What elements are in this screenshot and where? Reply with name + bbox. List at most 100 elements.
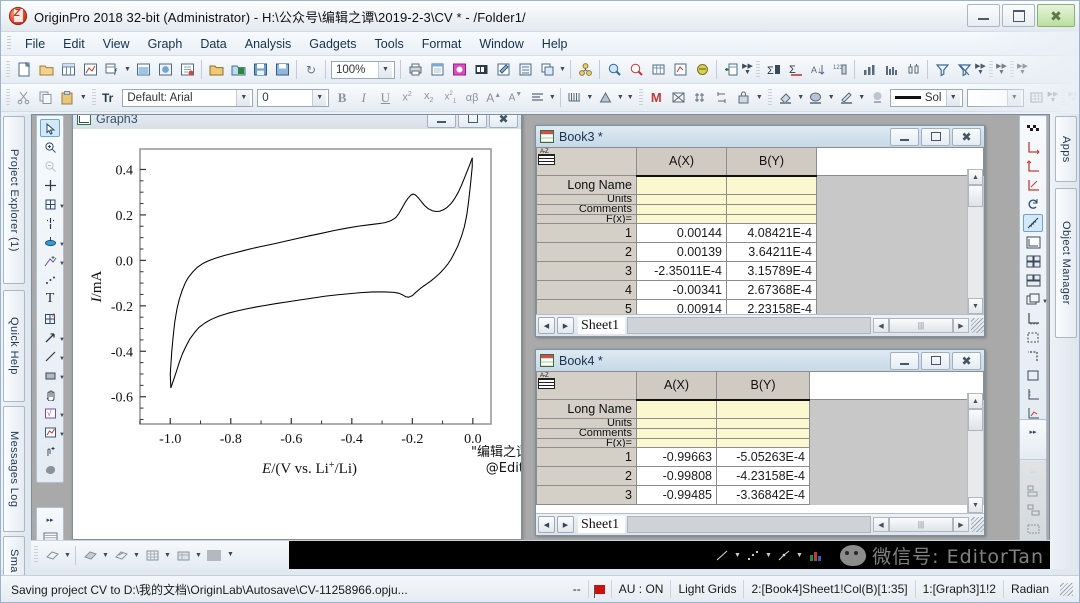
annotate-icon[interactable] — [493, 60, 513, 80]
book3-longname-b[interactable] — [726, 175, 817, 195]
column-plot-icon[interactable] — [805, 545, 825, 565]
axis-tick-inside-icon[interactable] — [1023, 385, 1043, 403]
line-symbol-caret[interactable]: ▼ — [795, 545, 804, 565]
extra1-overflow-chevron[interactable]: ▶▶ ▼ — [996, 59, 1007, 80]
toolbar-grip-format[interactable] — [91, 88, 96, 107]
table-row[interactable]: 3 -0.99485 -3.36842E-4 — [536, 485, 984, 505]
book4-vertical-scrollbar[interactable]: ▲ ▼ — [967, 393, 983, 513]
filmstrip-icon[interactable] — [471, 60, 491, 80]
book3-prev-sheet-button[interactable]: ◀ — [538, 317, 555, 334]
toolbar-grip-tools2[interactable] — [638, 88, 643, 107]
new-graph-icon[interactable] — [80, 60, 100, 80]
sort-ascending-icon[interactable]: A↓ — [808, 60, 828, 80]
book3-table[interactable]: A-Z A(X) B(Y) Long Name Units Comments F… — [536, 147, 984, 319]
toolbar-grip-analysis[interactable] — [756, 60, 760, 79]
symbol-caret[interactable]: ▼ — [616, 88, 625, 108]
new-layer-bottom-x-icon[interactable] — [1023, 233, 1043, 251]
line-plot-icon[interactable] — [712, 545, 732, 565]
line-caret[interactable]: ▼ — [59, 356, 65, 362]
menu-item-analysis[interactable]: Analysis — [236, 34, 301, 54]
graph-window[interactable]: Graph3 ✖ 1 -1.0-0.8-0.6-0.4-0.20.0-0.6-0… — [72, 115, 522, 539]
menu-item-gadgets[interactable]: Gadgets — [300, 34, 365, 54]
book3-units-a[interactable] — [636, 194, 727, 205]
sidebar-item-object-manager[interactable]: Object Manager — [1055, 188, 1077, 338]
book4-sheet-tab[interactable]: Sheet1 — [578, 516, 626, 533]
decrease-font-icon[interactable]: A▼ — [506, 88, 526, 108]
new-layer-left-y-icon[interactable] — [1023, 252, 1043, 270]
statistics-icon[interactable]: Σ — [764, 60, 784, 80]
pattern-icon[interactable] — [806, 88, 826, 108]
status-cell-autoupdate[interactable]: AU : ON — [610, 580, 671, 598]
font-size-caret[interactable]: ▼ — [312, 89, 327, 106]
zoom-dropdown-caret[interactable]: ▼ — [378, 61, 392, 78]
book3-row1-b[interactable]: 4.08421E-4 — [726, 223, 817, 243]
book3-fx-row[interactable]: F(x)= — [536, 214, 984, 224]
line-color-caret[interactable]: ▼ — [857, 88, 866, 108]
book3-row4-b[interactable]: 2.67368E-4 — [726, 280, 817, 300]
bold-icon[interactable]: B — [332, 88, 352, 108]
book3-row3-a[interactable]: -2.35011E-4 — [636, 261, 727, 281]
fill-pattern-combo[interactable]: ▼ — [966, 88, 1024, 107]
close-button[interactable]: ✖ — [1037, 4, 1075, 27]
greek-icon[interactable]: αβ — [462, 88, 482, 108]
book3-fx-b[interactable] — [726, 214, 817, 224]
run-script-icon[interactable] — [1023, 214, 1043, 232]
speed-mode-icon[interactable] — [1023, 119, 1043, 137]
text-format-icon[interactable]: Tr — [100, 88, 120, 108]
book4-table[interactable]: A-Z A(X) B(Y) Long Name Units Comments F… — [536, 371, 984, 505]
book4-next-sheet-button[interactable]: ▶ — [557, 516, 574, 533]
pointer-tool-icon[interactable] — [40, 119, 60, 137]
merge-graphs-icon[interactable] — [575, 60, 595, 80]
axis-ticks-icon[interactable] — [565, 88, 585, 108]
book3-titlebar[interactable]: Book3 * ✖ — [536, 126, 984, 148]
menu-drag-grip[interactable] — [7, 36, 11, 51]
edit-overflow-chevron[interactable]: ▼ — [78, 87, 89, 108]
toolbar-overflow-chevron[interactable]: ▶▶ ▼ — [742, 59, 753, 80]
insert-graph-tool-icon[interactable]: ▼ — [40, 423, 65, 441]
align-caret[interactable]: ▼ — [548, 88, 557, 108]
book4-tab-scroll[interactable] — [627, 516, 871, 533]
layer-mgmt-caret[interactable]: ▼ — [1042, 299, 1048, 305]
book4-row2-a[interactable]: -0.99808 — [636, 466, 717, 486]
regional-data-tool-icon[interactable]: ▼ — [40, 252, 65, 270]
line-tool-icon[interactable]: ▼ — [40, 347, 65, 365]
tilt-3d-icon[interactable] — [80, 545, 100, 565]
underline-icon[interactable]: U — [376, 88, 396, 108]
book4-close-button[interactable]: ✖ — [952, 351, 981, 370]
paste-icon[interactable] — [57, 88, 77, 108]
book4-worksheet[interactable]: A-Z A(X) B(Y) Long Name Units Comments F… — [536, 371, 984, 535]
book3-longname-a[interactable] — [636, 175, 727, 195]
refresh-axes-icon[interactable] — [1023, 195, 1043, 213]
book3-row2-a[interactable]: 0.00139 — [636, 242, 727, 262]
mask-tool-icon[interactable] — [670, 60, 690, 80]
line-style-combo[interactable]: Sol ▼ — [889, 88, 963, 107]
symbol-shape-icon[interactable] — [595, 88, 615, 108]
align-horizontal-icon[interactable] — [712, 88, 732, 108]
print-preview-icon[interactable] — [427, 60, 447, 80]
book3-window[interactable]: Book3 * ✖ A-Z A(X) B(Y) Long Name Units … — [535, 125, 985, 337]
menu-item-view[interactable]: View — [94, 34, 139, 54]
color-swatch-icon[interactable] — [204, 545, 224, 565]
data-reader-icon[interactable] — [604, 60, 624, 80]
book3-units-b[interactable] — [726, 194, 817, 205]
maximize-button[interactable] — [1002, 4, 1035, 27]
fit-linear-icon[interactable]: Σ — [786, 60, 806, 80]
ticks-caret[interactable]: ▼ — [585, 88, 594, 108]
book3-horizontal-scrollbar[interactable]: ◀ ||| ▶ — [873, 318, 969, 333]
zoom-out-tool-icon[interactable] — [40, 157, 60, 175]
print-icon[interactable] — [405, 60, 425, 80]
regional-caret[interactable]: ▼ — [59, 261, 65, 267]
book4-units-b[interactable] — [716, 418, 810, 429]
rotate-3d-caret[interactable]: ▼ — [63, 545, 72, 565]
scatter-plot-caret[interactable]: ▼ — [764, 545, 773, 565]
align-vertical-icon[interactable] — [690, 88, 710, 108]
book4-minimize-button[interactable] — [890, 351, 919, 370]
zoom-in-tool-icon[interactable] — [40, 138, 60, 156]
grid-style-icon[interactable] — [1027, 88, 1047, 108]
save-template-icon[interactable] — [272, 60, 292, 80]
regional-mask-tool-icon[interactable]: ▼ — [40, 233, 65, 251]
toolbar-grip-standard[interactable] — [6, 60, 10, 79]
bar-chart-icon[interactable] — [881, 60, 901, 80]
subscript-icon[interactable]: x2 — [419, 88, 439, 108]
mesh-3d-caret[interactable]: ▼ — [163, 545, 172, 565]
